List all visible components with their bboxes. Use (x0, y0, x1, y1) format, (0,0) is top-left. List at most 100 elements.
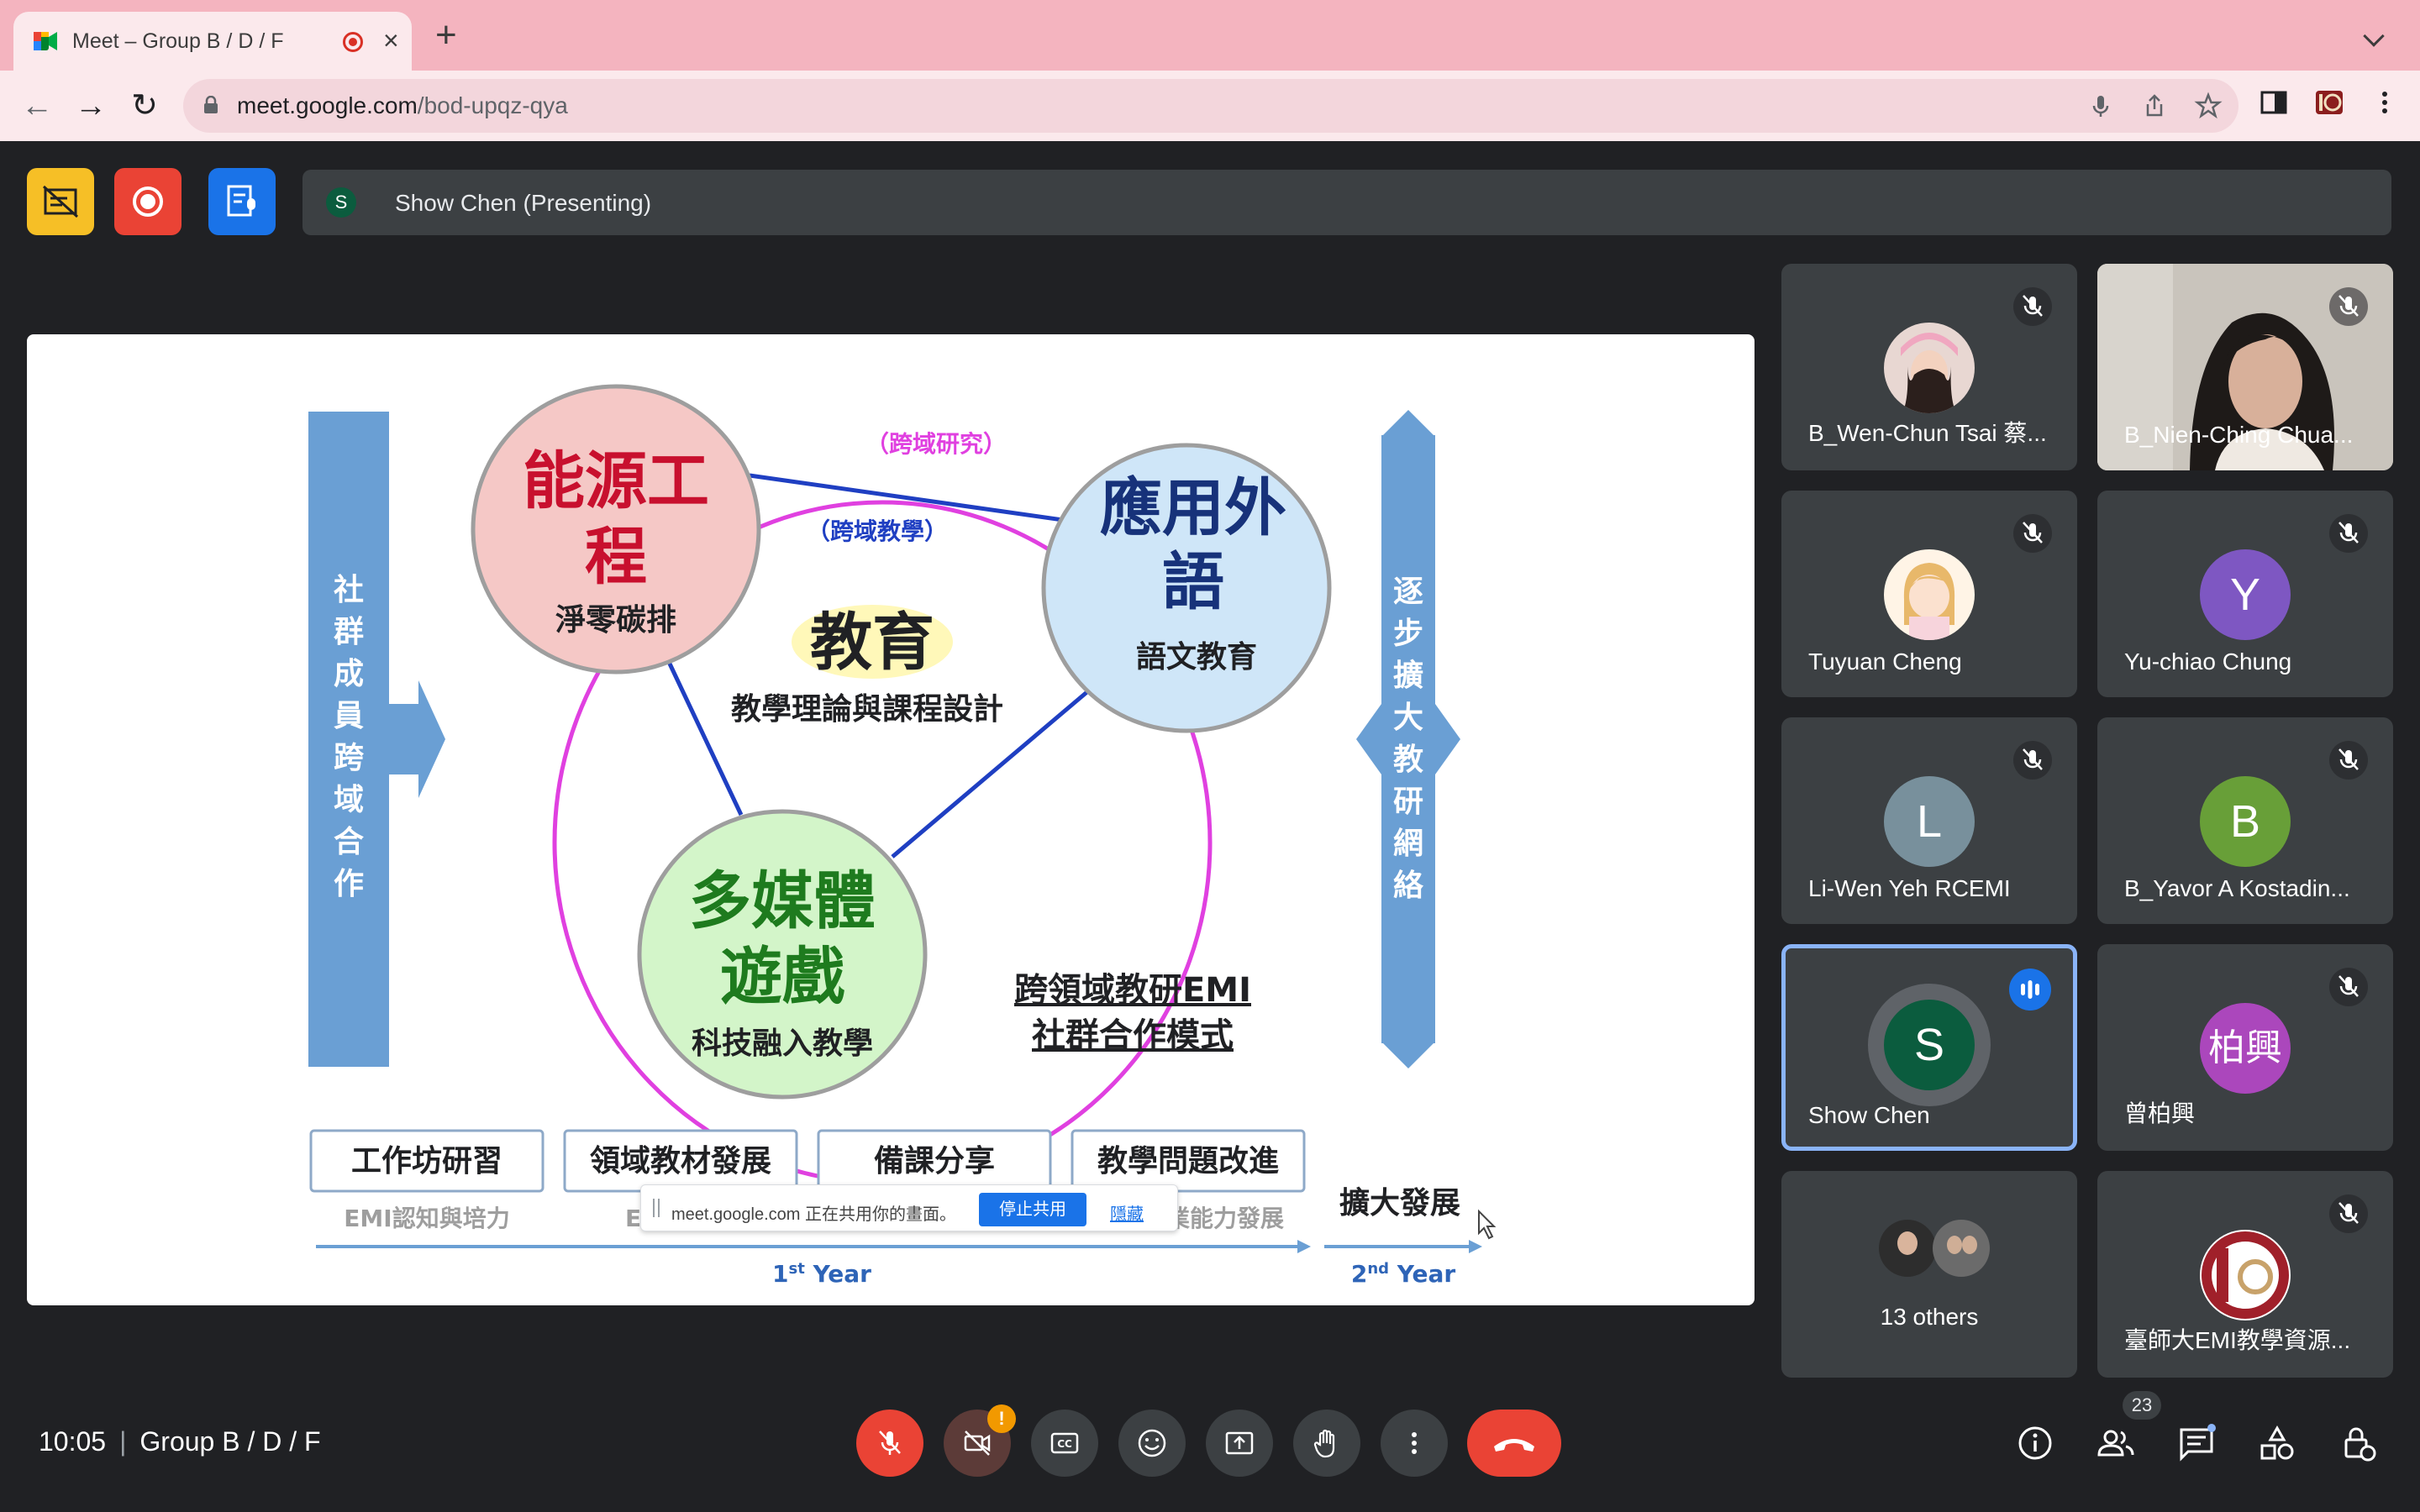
media-title-1: 多媒體 (689, 865, 876, 937)
host-controls-icon[interactable] (208, 168, 276, 235)
participant-name: Show Chen (1808, 1102, 1930, 1128)
left-arrow (389, 680, 445, 798)
vertical-char: 絡 (1393, 869, 1424, 903)
label-research: （跨域研究） (865, 430, 1007, 458)
media-title-2: 遊戲 (720, 941, 844, 1013)
language-subtitle: 語文教育 (1136, 640, 1257, 675)
hand-icon (1313, 1429, 1335, 1458)
energy-subtitle: 淨零碳排 (555, 603, 676, 638)
box-sub-1: EMI認知與培力 (344, 1205, 509, 1232)
participant-tile[interactable]: Y Yu-chiao Chung (2097, 491, 2393, 697)
browser-toolbar: ← → ↻ meet.google.com/bod-upqz-qya (0, 71, 2420, 141)
captions-button[interactable]: CC (1031, 1410, 1098, 1477)
left-bar (308, 412, 389, 1067)
vertical-char: 員 (334, 699, 364, 733)
tab-search-chevron-icon[interactable] (2363, 25, 2385, 47)
stop-captions-icon[interactable] (27, 168, 94, 235)
participant-name: B_Yavor A Kostadin... (2124, 875, 2350, 901)
participant-name: B_Wen-Chun Tsai 蔡... (1808, 420, 2047, 446)
hide-banner-link[interactable]: 隱藏 (1110, 1200, 1144, 1225)
camera-toggle-button[interactable]: ! (944, 1404, 1016, 1477)
google-meet-icon (34, 32, 57, 50)
presenting-text: Show Chen (Presenting) (395, 190, 652, 216)
drag-handle-icon[interactable] (653, 1199, 660, 1217)
present-now-button[interactable] (1206, 1410, 1273, 1477)
meeting-info-icon[interactable] (2015, 1423, 2055, 1463)
leave-call-button[interactable] (1467, 1410, 1561, 1477)
browser-tab-strip: Meet – Group B / D / F × + (0, 0, 2420, 71)
vertical-char: 作 (334, 867, 364, 901)
bookmark-star-icon[interactable] (2193, 91, 2223, 121)
new-tab-button[interactable]: + (435, 17, 457, 54)
participant-tile[interactable]: B_Nien-Ching Chua... (2097, 264, 2393, 470)
share-icon[interactable] (2139, 91, 2170, 121)
lock-icon (204, 96, 218, 113)
extension-logo-icon[interactable] (2312, 86, 2346, 119)
browser-menu-icon[interactable] (2368, 86, 2402, 119)
forward-button[interactable]: → (71, 86, 111, 126)
back-button[interactable]: ← (17, 86, 57, 126)
participant-tile-active-speaker[interactable]: S Show Chen (1781, 944, 2077, 1151)
vertical-char: 成 (334, 657, 364, 691)
participant-tile[interactable]: 臺師大EMI教學資源... (2097, 1171, 2393, 1378)
url-text: meet.google.com/bod-upqz-qya (237, 92, 568, 118)
reload-button[interactable]: ↻ (124, 86, 165, 126)
vertical-char: 逐 (1393, 575, 1423, 609)
box-4: 教學問題改進 (1097, 1144, 1279, 1179)
participant-name: Li-Wen Yeh RCEMI (1808, 875, 2011, 901)
slide-diagram: 社群成員跨域合作 逐步擴大教研網絡 能源工 程 淨零碳排 應用外 語 語文教育 … (308, 384, 1497, 1288)
closed-captions-icon: CC (1050, 1432, 1079, 1454)
avatar-initial: B (2200, 776, 2291, 867)
model-line-1: 跨領域教研EMI (1014, 971, 1251, 1010)
microphone-icon[interactable] (2086, 91, 2116, 121)
model-line-2: 社群合作模式 (1032, 1016, 1234, 1055)
more-vertical-icon (1412, 1432, 1417, 1454)
participant-tile[interactable]: L Li-Wen Yeh RCEMI (1781, 717, 2077, 924)
avatar-photo (1884, 549, 1975, 640)
participant-name: Tuyuan Cheng (1808, 648, 1962, 675)
participant-name: B_Nien-Ching Chua... (2124, 422, 2354, 448)
avatar-initial: 柏興 (2200, 1003, 2291, 1094)
mouse-cursor-icon (1478, 1209, 1497, 1240)
present-screen-icon (1225, 1431, 1254, 1455)
participant-name: 臺師大EMI教學資源... (2124, 1327, 2351, 1353)
participant-tile[interactable]: 柏興 曾柏興 (2097, 944, 2393, 1151)
chat-icon[interactable] (2176, 1423, 2217, 1463)
logo-avatar (2200, 1230, 2291, 1320)
side-panel-icon[interactable] (2257, 86, 2291, 119)
camera-off-icon (964, 1431, 991, 1456)
mic-off-icon (879, 1431, 901, 1455)
vertical-char: 研 (1393, 785, 1423, 819)
close-tab-icon[interactable]: × (383, 24, 399, 57)
energy-title-2: 程 (585, 521, 647, 593)
presenting-banner: S Show Chen (Presenting) (302, 170, 2391, 235)
participant-tile[interactable]: Tuyuan Cheng (1781, 491, 2077, 697)
presenter-avatar: S (326, 187, 356, 218)
mic-off-icon (2329, 741, 2368, 780)
recording-button[interactable] (114, 168, 182, 235)
host-controls-lock-icon[interactable] (2338, 1423, 2378, 1463)
participant-count-badge: 23 (2123, 1391, 2161, 1420)
address-bar[interactable]: meet.google.com/bod-upqz-qya (183, 79, 2238, 133)
stop-sharing-button[interactable]: 停止共用 (979, 1193, 1086, 1226)
raise-hand-button[interactable] (1293, 1410, 1360, 1477)
browser-tab[interactable]: Meet – Group B / D / F × (13, 12, 412, 71)
others-count: 13 others (1880, 1304, 1979, 1330)
people-icon[interactable] (2096, 1423, 2136, 1463)
center-title: 教育 (810, 606, 934, 679)
more-options-button[interactable] (1381, 1410, 1448, 1477)
participant-tile[interactable]: B B_Yavor A Kostadin... (2097, 717, 2393, 924)
microphone-toggle-button[interactable] (856, 1410, 923, 1477)
label-teaching: （跨域教學） (807, 517, 948, 545)
participant-tile[interactable]: B_Wen-Chun Tsai 蔡... (1781, 264, 2077, 470)
presented-slide: 社群成員跨域合作 逐步擴大教研網絡 能源工 程 淨零碳排 應用外 語 語文教育 … (27, 334, 1754, 1305)
avatar-photo (1884, 323, 1975, 413)
vertical-char: 跨 (334, 741, 365, 775)
others-tile[interactable]: 13 others (1781, 1171, 2077, 1378)
svg-text:CC: CC (1057, 1438, 1072, 1450)
reactions-button[interactable] (1118, 1410, 1186, 1477)
mic-off-icon (2013, 287, 2052, 326)
activities-icon[interactable] (2257, 1423, 2297, 1463)
emoji-icon (1138, 1429, 1166, 1457)
warning-icon: ! (987, 1404, 1016, 1433)
